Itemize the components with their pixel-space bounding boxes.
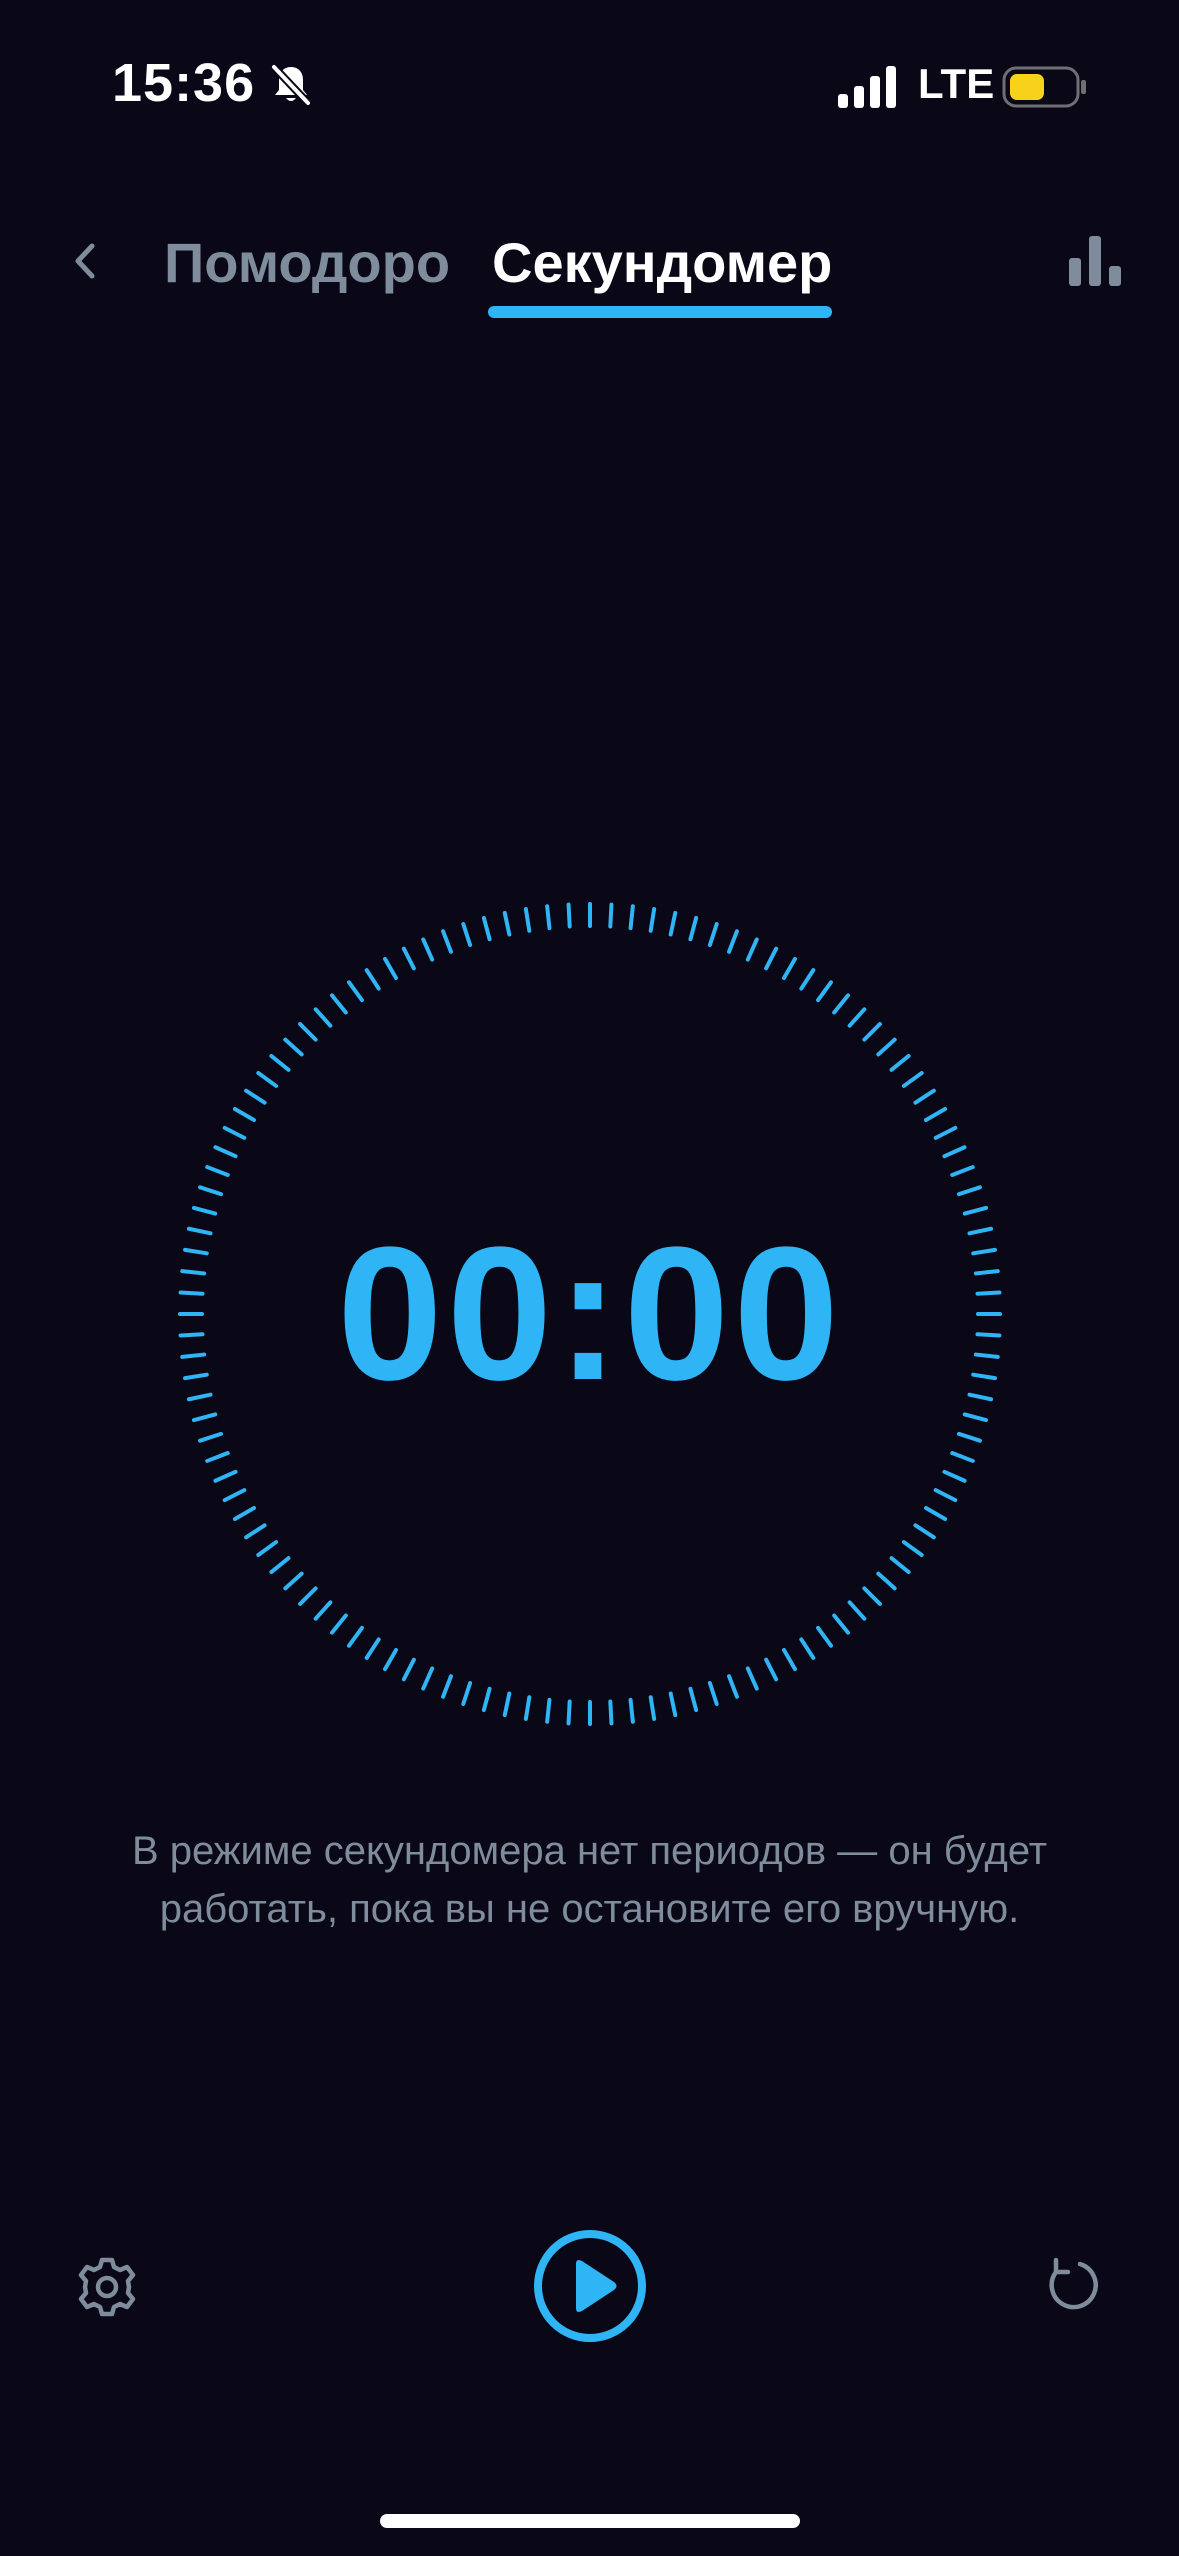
- bar-chart-icon[interactable]: [1065, 230, 1125, 290]
- tab-pomodoro[interactable]: Помодоро: [164, 230, 450, 295]
- battery-icon: [1002, 66, 1086, 108]
- mode-hint: В режиме секундомера нет периодов — он б…: [131, 1829, 1048, 1931]
- gear-icon[interactable]: [76, 2256, 138, 2318]
- play-icon[interactable]: [532, 2228, 648, 2344]
- status-time: 15:36: [112, 53, 256, 113]
- timer-value: 00:00: [337, 1208, 843, 1420]
- reset-icon[interactable]: [1040, 2254, 1102, 2316]
- bell-slash-icon: [271, 64, 311, 106]
- active-tab-indicator: [488, 306, 832, 318]
- network-label: LTE: [918, 60, 995, 107]
- stopwatch-screen: 15:36 LTE Помодоро Секундомер 00:00 В ре…: [0, 0, 1179, 2556]
- cellular-signal-icon: [838, 66, 896, 108]
- header: Помодоро Секундомер: [0, 200, 1179, 340]
- home-indicator: [380, 2514, 800, 2528]
- stopwatch-dial: 00:00: [176, 900, 1004, 1728]
- tab-stopwatch[interactable]: Секундомер: [492, 230, 832, 295]
- chevron-left-icon[interactable]: [58, 234, 112, 288]
- status-bar: 15:36 LTE: [0, 0, 1179, 170]
